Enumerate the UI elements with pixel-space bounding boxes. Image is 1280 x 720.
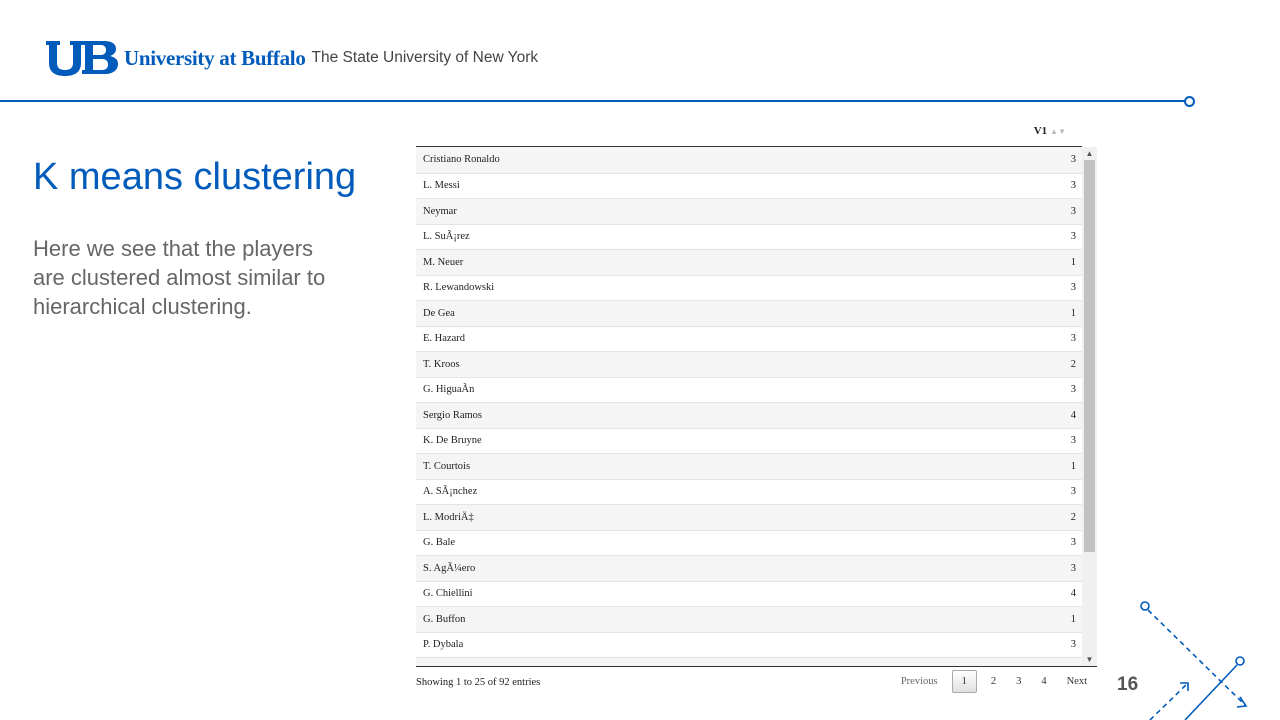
decorative-lines-icon [1140,601,1248,720]
v1-cell: 3 [1070,231,1076,243]
player-name-cell: T. Courtois [423,460,471,472]
v1-cell: 3 [1070,639,1076,651]
player-name-cell: T. Kroos [423,358,460,370]
table-row: R. Lewandowski 3 [416,274,1082,301]
column-header-v1[interactable]: V1 ▲▼ [1034,125,1066,137]
v1-cell: 3 [1070,384,1076,396]
player-name-cell: K. De Bruyne [423,435,482,447]
table-row: G. Bale 3 [416,529,1082,556]
table-row: M. Neuer 1 [416,249,1082,275]
v1-cell: 2 [1070,358,1076,370]
v1-cell: 3 [1070,537,1076,549]
table-info: Showing 1 to 25 of 92 entries [416,677,541,688]
scroll-up-arrow-icon[interactable]: ▲ [1082,147,1097,160]
table-row: K. De Bruyne 3 [416,427,1082,454]
table-row: T. Kroos 2 [416,351,1082,377]
player-name-cell: G. Chiellini [423,588,473,600]
v1-cell: 4 [1070,409,1076,421]
player-name-cell: L. ModriÄ‡ [423,511,474,523]
player-name-cell: Neymar [423,205,457,217]
player-name-cell: Sergio Ramos [423,409,483,421]
table-row: E. Hazard 3 [416,325,1082,352]
logo-subtitle: The State University of New York [311,49,539,66]
table-row: Cristiano Ronaldo 3 [416,147,1082,173]
header-divider [0,100,1186,102]
player-name-cell: G. Bale [423,537,456,549]
player-name-cell: G. Buffon [423,613,466,625]
player-name-cell: G. HiguaÃn [423,384,475,396]
ub-logo: University at Buffalo The State Universi… [44,38,538,78]
v1-cell: 3 [1070,435,1076,447]
table-row: G. Chiellini 4 [416,580,1082,607]
ub-logo-icon [46,41,118,76]
player-name-cell: J. Oblak [423,665,458,666]
v1-cell: 2 [1070,511,1076,523]
slide-title: K means clustering [33,156,357,198]
table-row: L. SuÃ¡rez 3 [416,223,1082,250]
v1-cell: 1 [1070,256,1076,268]
pagination-page-3[interactable]: 3 [1006,671,1031,692]
v1-cell: 3 [1070,154,1076,166]
player-name-cell: P. Dybala [423,639,464,651]
player-name-cell: Cristiano Ronaldo [423,154,500,166]
table-row: Neymar 3 [416,198,1082,224]
table-rows: Cristiano Ronaldo 3 L. Messi 3 Neymar 3 L. SuÃ… [416,147,1082,666]
scrollbar-thumb[interactable] [1084,160,1095,552]
data-table: V1 ▲▼ Cristiano Ronaldo 3 L. Messi 3 Neymar 3 L… [416,118,1097,698]
table-row: P. Dybala 3 [416,631,1082,658]
v1-cell: 3 [1070,486,1076,498]
table-row: G. HiguaÃn 3 [416,376,1082,403]
table-row: J. Oblak 1 [416,657,1082,666]
table-row: G. Buffon 1 [416,606,1082,632]
player-name-cell: A. SÃ¡nchez [423,486,478,498]
table-row: T. Courtois 1 [416,453,1082,479]
table-row: L. Messi 3 [416,172,1082,199]
player-name-cell: L. SuÃ¡rez [423,231,470,243]
pagination-next[interactable]: Next [1057,671,1097,692]
player-name-cell: M. Neuer [423,256,464,268]
v1-cell: 1 [1070,307,1076,319]
header-divider-end-dot [1184,96,1195,107]
v1-cell: 1 [1070,613,1076,625]
logo-name: University at Buffalo [124,45,306,70]
v1-cell: 3 [1070,180,1076,192]
v1-cell: 4 [1070,588,1076,600]
table-row: S. AgÃ¼ero 3 [416,555,1082,581]
vertical-scrollbar[interactable]: ▲ ▼ [1082,147,1097,666]
v1-cell: 1 [1071,665,1076,666]
player-name-cell: E. Hazard [423,333,465,345]
pagination-page-2[interactable]: 2 [981,671,1006,692]
player-name-cell: L. Messi [423,180,460,192]
table-row: De Gea 1 [416,300,1082,326]
v1-cell: 3 [1070,282,1076,294]
table-row: A. SÃ¡nchez 3 [416,478,1082,505]
player-name-cell: R. Lewandowski [423,282,495,294]
v1-cell: 3 [1070,205,1076,217]
v1-cell: 1 [1070,460,1076,472]
v1-cell: 3 [1070,562,1076,574]
table-row: Sergio Ramos 4 [416,402,1082,428]
table-header: V1 ▲▼ [416,118,1082,147]
pagination-previous[interactable]: Previous [891,671,948,692]
table-row: L. ModriÄ‡ 2 [416,504,1082,530]
pagination: Previous 1 2 3 4 Next [891,670,1097,693]
sort-icon: ▲▼ [1050,127,1066,136]
slide-body-text: Here we see that the players are cluster… [33,236,326,319]
v1-cell: 3 [1070,333,1076,345]
table-body[interactable]: Cristiano Ronaldo 3 L. Messi 3 Neymar 3 L. SuÃ… [416,147,1097,667]
scroll-down-arrow-icon[interactable]: ▼ [1082,653,1097,666]
pagination-page-4[interactable]: 4 [1031,671,1056,692]
pagination-page-1[interactable]: 1 [951,670,977,693]
player-name-cell: De Gea [423,307,455,319]
player-name-cell: S. AgÃ¼ero [423,562,476,574]
